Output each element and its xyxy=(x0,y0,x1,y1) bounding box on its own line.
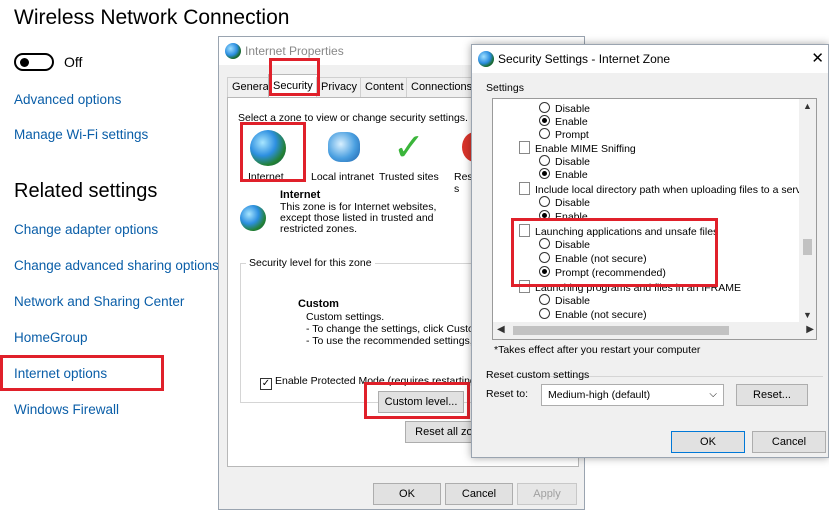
reset-button[interactable]: Reset... xyxy=(736,384,808,406)
list-item[interactable]: Enable xyxy=(539,115,588,129)
scroll-right-icon[interactable]: ▶ xyxy=(806,324,814,335)
chevron-down-icon: ⌵ xyxy=(709,389,717,400)
ss-ok-button[interactable]: OK xyxy=(671,431,745,453)
vertical-scrollbar[interactable]: ▲ ▼ xyxy=(799,99,816,322)
ip-ok-button[interactable]: OK xyxy=(373,483,441,505)
highlight-internet-options xyxy=(0,355,164,391)
list-item[interactable]: Disable xyxy=(539,196,590,210)
ip-title: Internet Properties xyxy=(245,44,344,58)
local-intranet-icon[interactable] xyxy=(328,132,360,162)
custom-title: Custom xyxy=(298,298,339,310)
radio-icon xyxy=(539,294,550,305)
list-item[interactable]: Enable xyxy=(539,168,588,182)
scroll-left-icon[interactable]: ◀ xyxy=(497,324,505,335)
ip-cancel-button[interactable]: Cancel xyxy=(445,483,513,505)
list-item[interactable]: Disable xyxy=(539,294,590,308)
toggle-label: Off xyxy=(64,54,83,70)
setting-group: Include local directory path when upload… xyxy=(519,182,811,197)
wifi-toggle[interactable] xyxy=(14,53,54,71)
zone-local-intranet-label[interactable]: Local intranet xyxy=(311,171,374,184)
ss-titlebar: Security Settings - Internet Zone ✕ xyxy=(472,45,828,73)
radio-selected-icon xyxy=(539,115,550,126)
radio-icon xyxy=(539,196,550,207)
list-item[interactable]: Prompt xyxy=(539,128,589,142)
restart-footnote: *Takes effect after you restart your com… xyxy=(494,344,701,356)
zone-trusted-sites-label[interactable]: Trusted sites xyxy=(379,171,439,184)
security-level-label: Security level for this zone xyxy=(246,257,375,270)
change-adapter-link[interactable]: Change adapter options xyxy=(14,222,158,237)
horizontal-scrollbar[interactable]: ◀ ▶ xyxy=(493,322,816,339)
scroll-thumb-horizontal[interactable] xyxy=(513,326,729,335)
tab-privacy[interactable]: Privacy xyxy=(316,77,363,97)
globe-icon xyxy=(478,51,494,67)
scroll-down-icon[interactable]: ▼ xyxy=(803,310,812,320)
tab-connections[interactable]: Connections xyxy=(406,77,478,97)
trusted-sites-icon[interactable]: ✓ xyxy=(393,128,425,168)
radio-icon xyxy=(539,128,550,139)
homegroup-link[interactable]: HomeGroup xyxy=(14,330,88,345)
toggle-knob xyxy=(20,58,29,67)
close-icon[interactable]: ✕ xyxy=(811,49,824,67)
reset-to-value: Medium-high (default) xyxy=(548,389,651,401)
radio-icon xyxy=(539,308,550,319)
zone-description: This zone is for Internet websites, exce… xyxy=(280,201,437,235)
manage-wifi-link[interactable]: Manage Wi-Fi settings xyxy=(14,127,148,142)
radio-selected-icon xyxy=(539,168,550,179)
windows-firewall-link[interactable]: Windows Firewall xyxy=(14,402,119,417)
page-title: Wireless Network Connection xyxy=(14,6,290,29)
radio-icon xyxy=(539,102,550,113)
network-sharing-center-link[interactable]: Network and Sharing Center xyxy=(14,294,184,309)
document-icon xyxy=(519,141,530,154)
ip-apply-button[interactable]: Apply xyxy=(517,483,577,505)
ss-title: Security Settings - Internet Zone xyxy=(498,52,671,66)
globe-icon xyxy=(225,43,241,59)
list-item[interactable]: Disable xyxy=(539,102,590,116)
setting-group: Enable MIME Sniffing xyxy=(519,141,636,156)
advanced-options-link[interactable]: Advanced options xyxy=(14,92,121,107)
advanced-sharing-link[interactable]: Change advanced sharing options xyxy=(14,258,219,273)
related-settings-heading: Related settings xyxy=(14,180,158,202)
zone-globe-icon xyxy=(240,205,266,231)
tab-content[interactable]: Content xyxy=(360,77,409,97)
list-item[interactable]: Disable xyxy=(539,155,590,169)
highlight-internet-zone xyxy=(240,122,306,182)
settings-label: Settings xyxy=(486,82,524,94)
highlight-custom-level xyxy=(364,382,470,419)
list-item[interactable]: Enable (not secure) xyxy=(539,308,647,322)
ss-cancel-button[interactable]: Cancel xyxy=(752,431,826,453)
highlight-security-tab xyxy=(269,58,320,96)
radio-icon xyxy=(539,155,550,166)
reset-to-select[interactable]: Medium-high (default) ⌵ xyxy=(541,384,724,406)
document-icon xyxy=(519,182,530,195)
reset-group-label: Reset custom settings xyxy=(486,369,590,381)
scroll-thumb[interactable] xyxy=(803,239,812,255)
highlight-launching-apps xyxy=(511,218,718,287)
checkbox-check-icon: ✓ xyxy=(260,378,272,390)
custom-line-3: - To use the recommended settings, c xyxy=(306,335,481,347)
reset-to-label: Reset to: xyxy=(486,388,529,400)
scroll-up-icon[interactable]: ▲ xyxy=(803,101,812,111)
